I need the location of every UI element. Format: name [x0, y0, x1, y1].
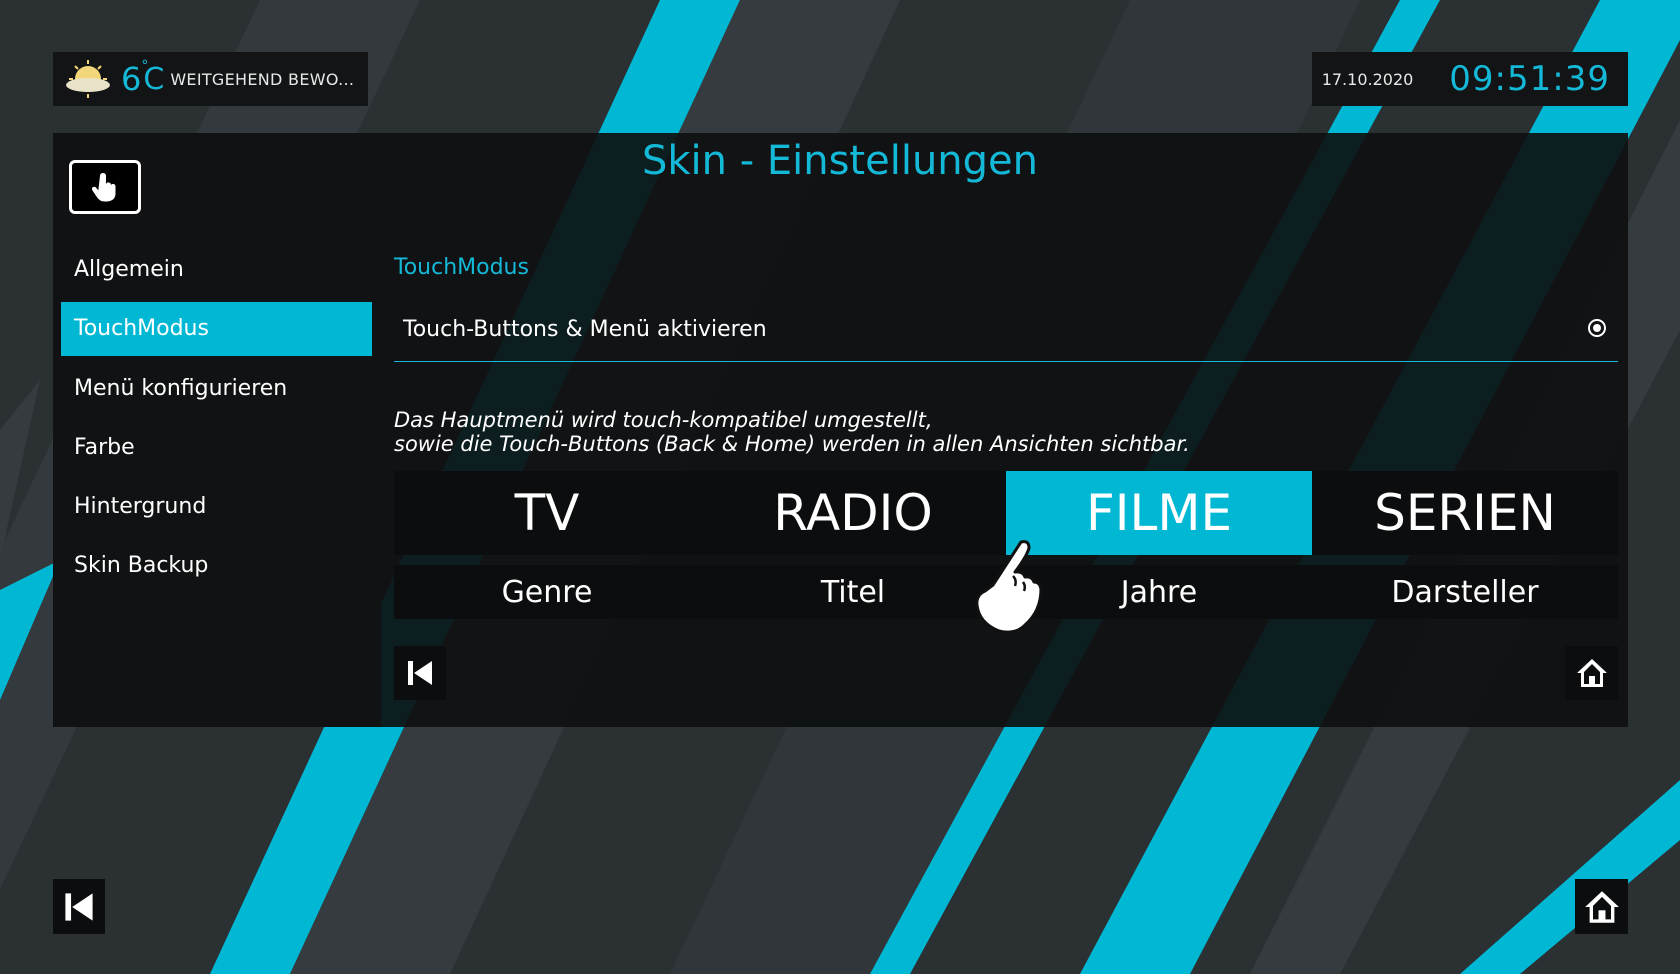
weather-widget: 6 ° C WEITGEHEND BEWO... [53, 52, 368, 106]
menu-item-serien[interactable]: SERIEN [1312, 471, 1618, 555]
global-back-button[interactable] [53, 879, 105, 934]
menu-item-tv[interactable]: TV [394, 471, 700, 555]
submenu-item-genre[interactable]: Genre [394, 565, 700, 619]
pointing-hand-icon [975, 540, 1043, 634]
menu-item-filme[interactable]: FILME [1006, 471, 1312, 555]
setting-label: Touch-Buttons & Menü aktivieren [403, 317, 767, 342]
current-date: 17.10.2020 [1321, 69, 1414, 89]
sidebar-item-hintergrund[interactable]: Hintergrund [61, 480, 372, 534]
global-home-button[interactable] [1575, 879, 1628, 934]
current-time: 09:51:39 [1449, 59, 1610, 99]
submenu-item-jahre[interactable]: Jahre [1006, 565, 1312, 619]
back-button[interactable] [394, 646, 446, 700]
home-icon [1576, 659, 1607, 687]
sidebar-item-allgemein[interactable]: Allgemein [61, 243, 372, 297]
touch-hand-icon [69, 160, 141, 214]
skip-back-icon [408, 661, 432, 685]
touch-buttons-setting[interactable]: Touch-Buttons & Menü aktivieren [394, 302, 1618, 362]
submenu-item-darsteller[interactable]: Darsteller [1312, 565, 1618, 619]
submenu-item-titel[interactable]: Titel [700, 565, 1006, 619]
radio-toggle[interactable] [1588, 319, 1606, 337]
weather-temperature: 6 [121, 60, 142, 98]
sidebar-item-touchmodus[interactable]: TouchModus [61, 302, 372, 356]
weather-unit: ° C [141, 57, 165, 97]
weather-condition: WEITGEHEND BEWO... [170, 69, 355, 89]
sidebar-item-menue-konfigurieren[interactable]: Menü konfigurieren [61, 362, 372, 416]
sidebar-item-farbe[interactable]: Farbe [61, 421, 372, 475]
menu-item-radio[interactable]: RADIO [700, 471, 1006, 555]
clock-widget: 17.10.2020 09:51:39 [1312, 52, 1628, 106]
section-label: TouchModus [394, 255, 529, 280]
sidebar-item-skin-backup[interactable]: Skin Backup [61, 539, 372, 593]
description-line-1: Das Hauptmenü wird touch-kompatibel umge… [394, 408, 933, 432]
skip-back-icon [65, 892, 93, 921]
description-line-2: sowie die Touch-Buttons (Back & Home) we… [394, 432, 1190, 456]
partly-cloudy-icon [66, 60, 110, 98]
home-button[interactable] [1565, 646, 1618, 700]
home-icon [1584, 890, 1619, 923]
setting-description: Das Hauptmenü wird touch-kompatibel umge… [394, 408, 1190, 456]
page-title: Skin - Einstellungen [641, 138, 1039, 184]
